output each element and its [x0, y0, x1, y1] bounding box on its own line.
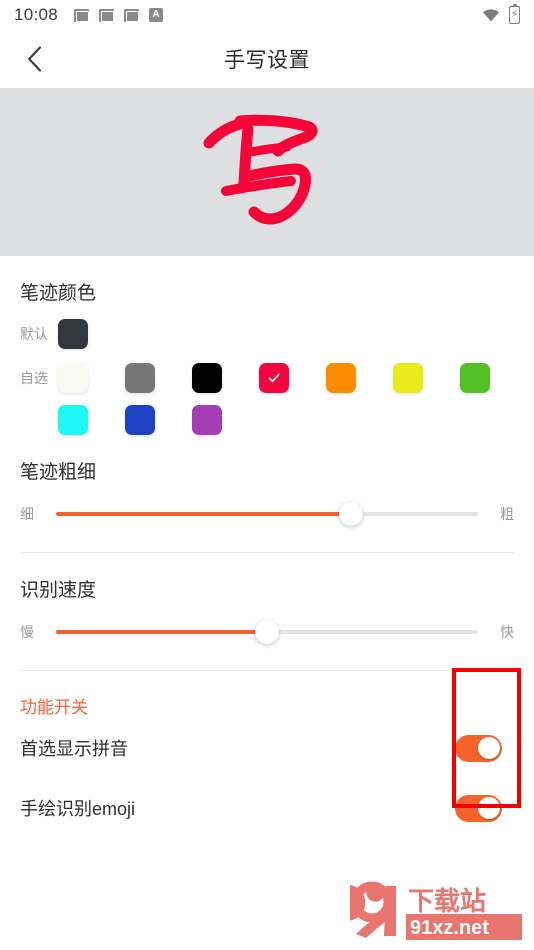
custom-swatch-group-row1 — [58, 363, 527, 393]
mail-icon — [124, 8, 140, 22]
slider-track-fill — [56, 630, 267, 634]
color-swatch-cyan[interactable] — [58, 405, 88, 435]
mail-icon — [74, 8, 90, 22]
toggle-knob — [477, 797, 500, 819]
section-title-ink-color: 笔迹颜色 — [20, 283, 97, 304]
feature-switch-label: 首选显示拼音 — [20, 739, 128, 759]
a-badge-icon: A — [149, 8, 164, 22]
status-notification-icons: A — [74, 8, 164, 22]
watermark-domain: 91xz.net — [410, 917, 489, 939]
recognition-speed-slider[interactable] — [56, 619, 478, 645]
back-button[interactable] — [10, 30, 58, 88]
section-title-stroke-width: 笔迹粗细 — [20, 462, 97, 483]
slider-thumb[interactable] — [255, 620, 279, 644]
mail-icon — [99, 8, 115, 22]
section-title-feature-switches: 功能开关 — [20, 698, 88, 717]
color-swatch-yellow[interactable] — [393, 363, 423, 393]
feature-switch-row: 手绘识别emoji — [0, 778, 534, 838]
stroke-width-slider-row: 细 粗 — [0, 484, 534, 532]
default-color-label: 默认 — [20, 326, 48, 342]
watermark-brand: 下载站 — [408, 886, 486, 916]
slider-track-fill — [56, 512, 352, 516]
chevron-left-icon — [27, 46, 41, 72]
wifi-icon — [483, 8, 499, 21]
handwriting-preview-panel — [0, 88, 534, 256]
feature-switch-label: 手绘识别emoji — [20, 799, 136, 819]
recognition-speed-slider-row: 慢 快 — [0, 602, 534, 650]
recognition-speed-max-label: 快 — [500, 624, 514, 640]
check-icon — [268, 373, 280, 383]
color-swatch-purple[interactable] — [192, 405, 222, 435]
toggle-knob — [477, 737, 500, 759]
custom-color-row-1: 自选 — [0, 349, 534, 393]
color-swatch-red[interactable] — [259, 363, 289, 393]
status-clock: 10:08 — [14, 5, 59, 24]
status-system-icons: ⚡ — [482, 3, 520, 24]
handwritten-character-xie — [203, 114, 318, 225]
custom-swatch-group-row2 — [58, 405, 259, 435]
battery-charging-icon: ⚡ — [509, 3, 520, 24]
default-swatch-group — [58, 319, 125, 349]
status-bar: 10:08 A ⚡ — [0, 0, 534, 30]
toggle-switch[interactable] — [455, 794, 502, 822]
settings-content: 笔迹颜色 默认 自选 自选 笔迹粗细 细 粗 — [0, 256, 534, 838]
recognition-speed-min-label: 慢 — [20, 624, 34, 640]
section-title-recognition-speed: 识别速度 — [20, 580, 97, 601]
stroke-width-slider[interactable] — [56, 501, 478, 527]
stroke-width-max-label: 粗 — [500, 506, 514, 522]
custom-color-row-2: 自选 — [0, 393, 534, 435]
default-color-row: 默认 — [0, 305, 534, 349]
feature-switch-list: 首选显示拼音 手绘识别emoji — [0, 718, 534, 838]
color-swatch-green[interactable] — [460, 363, 490, 393]
page-title: 手写设置 — [224, 49, 310, 72]
toggle-switch[interactable] — [455, 734, 502, 762]
stroke-width-min-label: 细 — [20, 506, 34, 522]
color-swatch-black[interactable] — [192, 363, 222, 393]
custom-color-label: 自选 — [20, 370, 48, 386]
color-swatch-white[interactable] — [58, 363, 88, 393]
color-swatch-charcoal[interactable] — [58, 319, 88, 349]
color-swatch-gray[interactable] — [125, 363, 155, 393]
feature-switch-row: 首选显示拼音 — [0, 718, 534, 778]
color-swatch-orange[interactable] — [326, 363, 356, 393]
phone-screen: 10:08 A ⚡ 手写设置 笔迹颜色 默认 自选 笔迹粗细 细 粗 识别速度 … — [0, 0, 534, 950]
slider-thumb[interactable] — [339, 502, 364, 526]
color-swatch-blue[interactable] — [125, 405, 155, 435]
title-bar: 手写设置 — [0, 30, 534, 88]
watermark-logo: 下载站 91xz.net — [350, 881, 522, 940]
